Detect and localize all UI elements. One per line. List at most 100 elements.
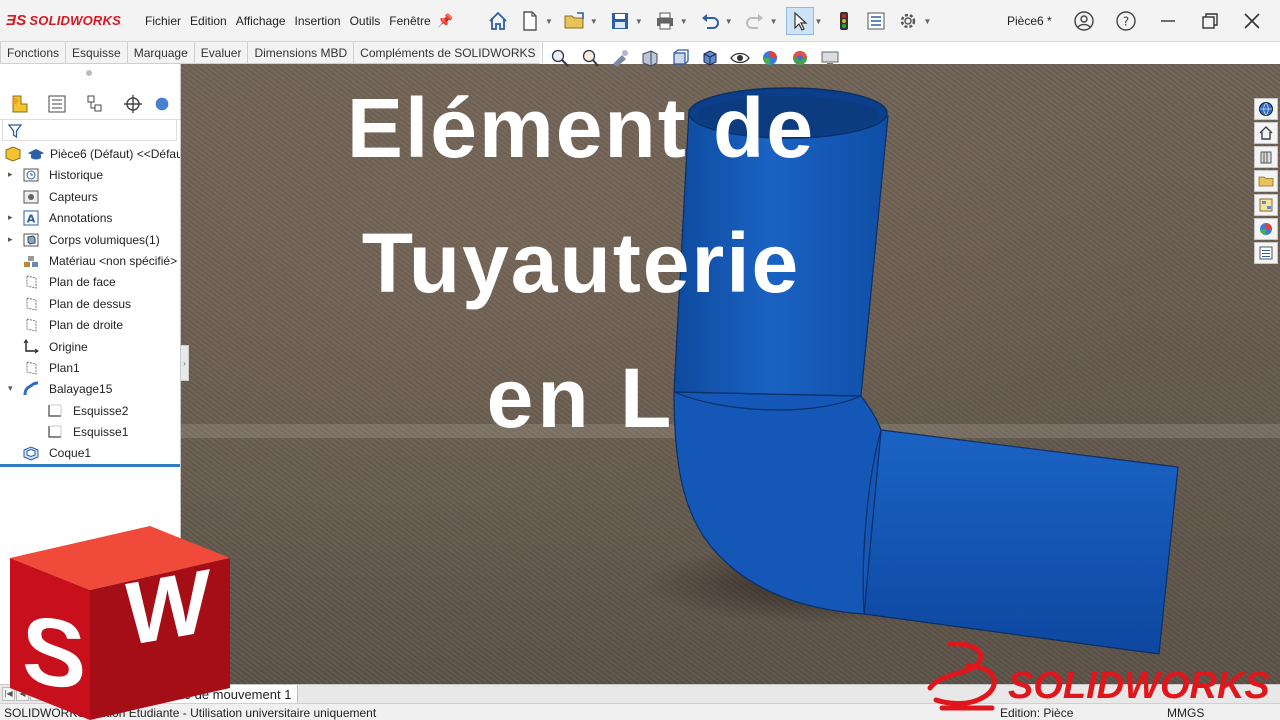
display-manager-tab[interactable] bbox=[152, 89, 172, 119]
user-account-button[interactable] bbox=[1070, 7, 1098, 35]
title-bar: ƎS SOLIDWORKS Fichier Edition Affichage I… bbox=[0, 0, 1280, 42]
section-view-button[interactable] bbox=[638, 46, 662, 70]
file-properties-button[interactable] bbox=[862, 7, 890, 35]
zoom-to-fit-button[interactable] bbox=[548, 46, 572, 70]
tree-item-label: Pièce6 (Défaut) <<Défaut> bbox=[50, 147, 181, 161]
tree-item-plan-de-face[interactable]: Plan de face bbox=[0, 272, 180, 293]
part-icon bbox=[4, 146, 22, 162]
shell-icon bbox=[22, 445, 40, 462]
options-button[interactable] bbox=[894, 7, 922, 35]
minimize-button[interactable] bbox=[1154, 7, 1182, 35]
tree-item-historique[interactable]: ▸ Historique bbox=[0, 165, 180, 186]
globe-icon bbox=[1259, 102, 1273, 116]
panel-collapse-button[interactable]: › bbox=[180, 345, 189, 381]
title-line-2: Tuyauterie bbox=[361, 216, 801, 310]
apply-scene-button[interactable] bbox=[788, 46, 812, 70]
save-button[interactable] bbox=[606, 7, 634, 35]
menu-fichier[interactable]: Fichier bbox=[145, 14, 181, 28]
options-dropdown-chevron-icon[interactable]: ▼ bbox=[923, 17, 931, 26]
menu-insertion[interactable]: Insertion bbox=[295, 14, 341, 28]
design-library-icon bbox=[1260, 151, 1272, 164]
tab-evaluer[interactable]: Evaluer bbox=[195, 42, 249, 63]
tree-item-label: Matériau <non spécifié> bbox=[49, 253, 178, 268]
heads-up-view-toolbar bbox=[548, 46, 842, 70]
tree-item-coque1[interactable]: Coque1 bbox=[0, 443, 180, 464]
menu-outils[interactable]: Outils bbox=[350, 14, 381, 28]
view-orientation-button[interactable] bbox=[668, 46, 692, 70]
history-icon bbox=[22, 167, 40, 183]
tree-filter[interactable] bbox=[2, 119, 177, 141]
tab-fonctions[interactable]: Fonctions bbox=[0, 42, 67, 63]
tab-dimensions-mbd[interactable]: Dimensions MBD bbox=[248, 42, 355, 63]
pin-menu-icon[interactable]: 📌 bbox=[437, 13, 453, 29]
redo-button[interactable] bbox=[741, 7, 769, 35]
menu-edition[interactable]: Edition bbox=[190, 14, 227, 28]
tree-item-capteurs[interactable]: Capteurs bbox=[0, 187, 180, 208]
expand-chevron-icon[interactable]: ▸ bbox=[8, 234, 13, 245]
select-dropdown-chevron-icon[interactable]: ▼ bbox=[815, 17, 823, 26]
design-library-tab[interactable] bbox=[1254, 146, 1278, 168]
view-palette-tab[interactable] bbox=[1254, 194, 1278, 216]
rollback-bar[interactable] bbox=[0, 464, 180, 467]
new-document-button[interactable] bbox=[516, 7, 544, 35]
tab-esquisse[interactable]: Esquisse bbox=[66, 42, 128, 63]
home-tab[interactable] bbox=[1254, 122, 1278, 144]
menu-fenetre[interactable]: Fenêtre bbox=[389, 14, 430, 28]
tree-item-annotations[interactable]: ▸ A Annotations bbox=[0, 208, 180, 229]
display-style-button[interactable] bbox=[698, 46, 722, 70]
solidworks-resources-tab[interactable] bbox=[1254, 98, 1278, 120]
print-dropdown-chevron-icon[interactable]: ▼ bbox=[680, 17, 688, 26]
tree-item-esquisse1[interactable]: Esquisse1 bbox=[0, 422, 180, 443]
undo-button[interactable] bbox=[696, 7, 724, 35]
tree-item-plan1[interactable]: Plan1 bbox=[0, 358, 180, 379]
select-button[interactable] bbox=[785, 7, 814, 35]
expand-chevron-icon[interactable]: ▸ bbox=[8, 212, 13, 223]
appearances-tab[interactable] bbox=[1254, 218, 1278, 240]
collapse-chevron-icon[interactable]: ▾ bbox=[8, 383, 13, 394]
panel-splitter-handle[interactable] bbox=[86, 70, 92, 76]
home-button[interactable] bbox=[484, 7, 512, 35]
open-dropdown-chevron-icon[interactable]: ▼ bbox=[590, 17, 598, 26]
tree-item-plan-de-dessus[interactable]: Plan de dessus bbox=[0, 294, 180, 315]
tree-item-esquisse2[interactable]: Esquisse2 bbox=[0, 401, 180, 422]
redo-dropdown-chevron-icon[interactable]: ▼ bbox=[770, 17, 778, 26]
dimxpert-manager-tab[interactable] bbox=[114, 89, 152, 119]
tree-item-plan-de-droite[interactable]: Plan de droite bbox=[0, 315, 180, 336]
configuration-manager-tab[interactable] bbox=[76, 89, 114, 119]
custom-properties-tab[interactable] bbox=[1254, 242, 1278, 264]
view-settings-button[interactable] bbox=[818, 46, 842, 70]
property-manager-tab[interactable] bbox=[38, 89, 76, 119]
file-explorer-tab[interactable] bbox=[1254, 170, 1278, 192]
help-button[interactable]: ? bbox=[1112, 7, 1140, 35]
solidworks-logo[interactable]: ƎS SOLIDWORKS bbox=[6, 12, 121, 29]
tree-item-corps-volumiques-1[interactable]: ▸ Corps volumiques(1) bbox=[0, 230, 180, 251]
print-button[interactable] bbox=[651, 7, 679, 35]
new-dropdown-chevron-icon[interactable]: ▼ bbox=[545, 17, 553, 26]
restore-button[interactable] bbox=[1196, 7, 1224, 35]
tab-marquage[interactable]: Marquage bbox=[128, 42, 195, 63]
close-button[interactable] bbox=[1238, 7, 1266, 35]
cursor-arrow-icon bbox=[793, 11, 808, 31]
tree-item-label: Esquisse1 bbox=[73, 425, 129, 440]
tab-complements[interactable]: Compléments de SOLIDWORKS bbox=[354, 42, 543, 63]
open-button[interactable] bbox=[561, 7, 589, 35]
tree-item-origine[interactable]: Origine bbox=[0, 337, 180, 358]
tree-item-pi-ce6-d-faut-d-faut[interactable]: Pièce6 (Défaut) <<Défaut> bbox=[0, 144, 181, 165]
tree-item-mat-riau-non-sp-cifi[interactable]: Matériau <non spécifié> bbox=[0, 251, 180, 272]
restore-icon bbox=[1202, 13, 1218, 29]
menu-affichage[interactable]: Affichage bbox=[236, 14, 286, 28]
zoom-area-icon bbox=[582, 49, 599, 67]
zoom-area-button[interactable] bbox=[578, 46, 602, 70]
hide-show-items-button[interactable] bbox=[728, 46, 752, 70]
feature-manager-tab[interactable] bbox=[0, 89, 38, 119]
graphics-area[interactable]: Elément de Tuyauterie en L bbox=[181, 64, 1280, 684]
save-dropdown-chevron-icon[interactable]: ▼ bbox=[635, 17, 643, 26]
tree-item-balayage15[interactable]: ▾ Balayage15 bbox=[0, 379, 180, 400]
edit-appearance-button[interactable] bbox=[758, 46, 782, 70]
rebuild-button[interactable] bbox=[830, 7, 858, 35]
expand-chevron-icon[interactable]: ▸ bbox=[8, 169, 13, 180]
previous-view-button[interactable] bbox=[608, 46, 632, 70]
file-properties-icon bbox=[867, 12, 885, 30]
undo-dropdown-chevron-icon[interactable]: ▼ bbox=[725, 17, 733, 26]
new-document-icon bbox=[523, 11, 537, 31]
